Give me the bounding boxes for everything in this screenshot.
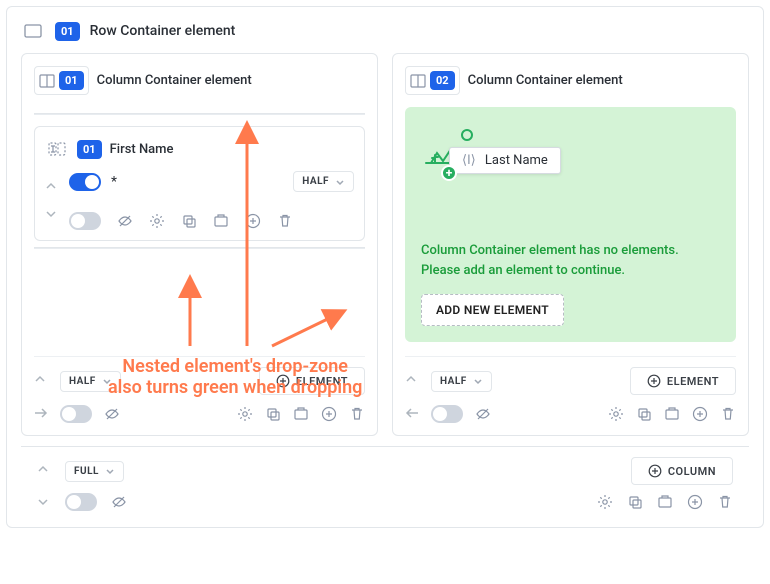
eye-off-icon[interactable] bbox=[117, 213, 133, 229]
field-width-label: HALF bbox=[302, 176, 329, 187]
add-new-element-button[interactable]: ADD NEW ELEMENT bbox=[421, 294, 564, 326]
trash-icon[interactable] bbox=[277, 213, 293, 229]
add-icon[interactable] bbox=[245, 213, 261, 229]
column-icon: 02 bbox=[405, 66, 460, 95]
required-toggle[interactable] bbox=[69, 173, 101, 191]
duplicate-icon[interactable] bbox=[657, 494, 673, 510]
gear-icon[interactable] bbox=[237, 406, 253, 422]
row-container: 01 Row Container element 01 Column Conta… bbox=[6, 6, 764, 528]
eye-off-icon[interactable] bbox=[475, 406, 491, 422]
move-controls bbox=[45, 181, 59, 221]
column-header: 01 Column Container element bbox=[34, 66, 365, 95]
move-up-icon[interactable] bbox=[405, 374, 419, 388]
column-width-select[interactable]: HALF bbox=[60, 371, 121, 392]
column-index-badge: 02 bbox=[430, 71, 455, 90]
gear-icon[interactable] bbox=[149, 213, 165, 229]
add-icon[interactable] bbox=[692, 406, 708, 422]
column-header: 02 Column Container element bbox=[405, 66, 736, 95]
row-index-badge: 01 bbox=[55, 22, 80, 41]
move-left-icon[interactable] bbox=[405, 407, 419, 421]
field-width-select[interactable]: HALF bbox=[293, 171, 354, 192]
plus-badge-icon: + bbox=[441, 165, 457, 181]
gear-icon[interactable] bbox=[608, 406, 624, 422]
copy-icon[interactable] bbox=[265, 406, 281, 422]
gear-icon[interactable] bbox=[597, 494, 613, 510]
drag-label: Last Name bbox=[485, 153, 548, 168]
dropzone[interactable]: ⟨I⟩ Last Name + Column Container element… bbox=[405, 107, 736, 342]
field-title: First Name bbox=[110, 142, 174, 157]
row-visibility-toggle[interactable] bbox=[65, 493, 97, 511]
column-width-label: HALF bbox=[69, 376, 96, 387]
trash-icon[interactable] bbox=[720, 406, 736, 422]
column-title: Column Container element bbox=[468, 73, 623, 88]
copy-icon[interactable] bbox=[636, 406, 652, 422]
visibility-toggle[interactable] bbox=[69, 212, 101, 230]
trash-icon[interactable] bbox=[349, 406, 365, 422]
move-down-icon[interactable] bbox=[45, 207, 59, 221]
move-right-icon[interactable] bbox=[34, 407, 48, 421]
add-element-button[interactable]: ELEMENT bbox=[259, 367, 365, 395]
columns-wrapper: 01 Column Container element 01 First Nam… bbox=[21, 53, 749, 436]
column-footer-2 bbox=[34, 395, 365, 423]
add-element-label: ELEMENT bbox=[667, 375, 719, 388]
row-header: 01 Row Container element bbox=[21, 19, 749, 43]
column-icon: 01 bbox=[34, 66, 89, 95]
add-icon[interactable] bbox=[687, 494, 703, 510]
column-visibility-toggle[interactable] bbox=[431, 405, 463, 423]
column-card-1: 01 Column Container element 01 First Nam… bbox=[21, 53, 378, 436]
row-width-select[interactable]: FULL bbox=[65, 461, 124, 482]
row-icon bbox=[21, 19, 45, 43]
dropzone-empty-text: Column Container element has no elements… bbox=[421, 241, 720, 280]
column-width-label: HALF bbox=[440, 376, 467, 387]
eye-off-icon[interactable] bbox=[104, 406, 120, 422]
divider bbox=[34, 247, 365, 248]
move-up-icon[interactable] bbox=[45, 181, 59, 195]
copy-icon[interactable] bbox=[627, 494, 643, 510]
duplicate-icon[interactable] bbox=[664, 406, 680, 422]
add-column-label: COLUMN bbox=[668, 465, 716, 478]
required-asterisk: * bbox=[111, 174, 117, 190]
field-toolbar bbox=[69, 212, 354, 230]
move-down-icon[interactable] bbox=[37, 495, 51, 509]
row-title: Row Container element bbox=[90, 23, 236, 39]
divider bbox=[34, 113, 365, 114]
column-footer-1: HALF ELEMENT bbox=[405, 356, 736, 395]
eye-off-icon[interactable] bbox=[111, 494, 127, 510]
row-footer: FULL COLUMN bbox=[21, 446, 749, 515]
add-element-label: ELEMENT bbox=[296, 375, 348, 388]
field-index-badge: 01 bbox=[77, 140, 102, 159]
column-index-badge: 01 bbox=[59, 71, 84, 90]
column-card-2: 02 Column Container element ⟨I⟩ Last Nam… bbox=[392, 53, 749, 436]
move-up-icon[interactable] bbox=[34, 374, 48, 388]
column-visibility-toggle[interactable] bbox=[60, 405, 92, 423]
copy-icon[interactable] bbox=[181, 213, 197, 229]
add-icon[interactable] bbox=[321, 406, 337, 422]
column-footer-1: HALF ELEMENT bbox=[34, 356, 365, 395]
move-up-icon[interactable] bbox=[37, 464, 51, 478]
drag-preview: ⟨I⟩ Last Name bbox=[449, 147, 561, 174]
row-width-label: FULL bbox=[74, 466, 99, 477]
trash-icon[interactable] bbox=[717, 494, 733, 510]
field-header: 01 First Name bbox=[45, 137, 354, 161]
field-card: 01 First Name * HALF bbox=[34, 126, 365, 241]
add-column-button[interactable]: COLUMN bbox=[631, 457, 733, 485]
column-title: Column Container element bbox=[97, 73, 252, 88]
duplicate-icon[interactable] bbox=[213, 213, 229, 229]
duplicate-icon[interactable] bbox=[293, 406, 309, 422]
text-input-icon bbox=[45, 137, 69, 161]
column-footer-2 bbox=[405, 395, 736, 423]
add-element-button[interactable]: ELEMENT bbox=[630, 367, 736, 395]
column-width-select[interactable]: HALF bbox=[431, 371, 492, 392]
